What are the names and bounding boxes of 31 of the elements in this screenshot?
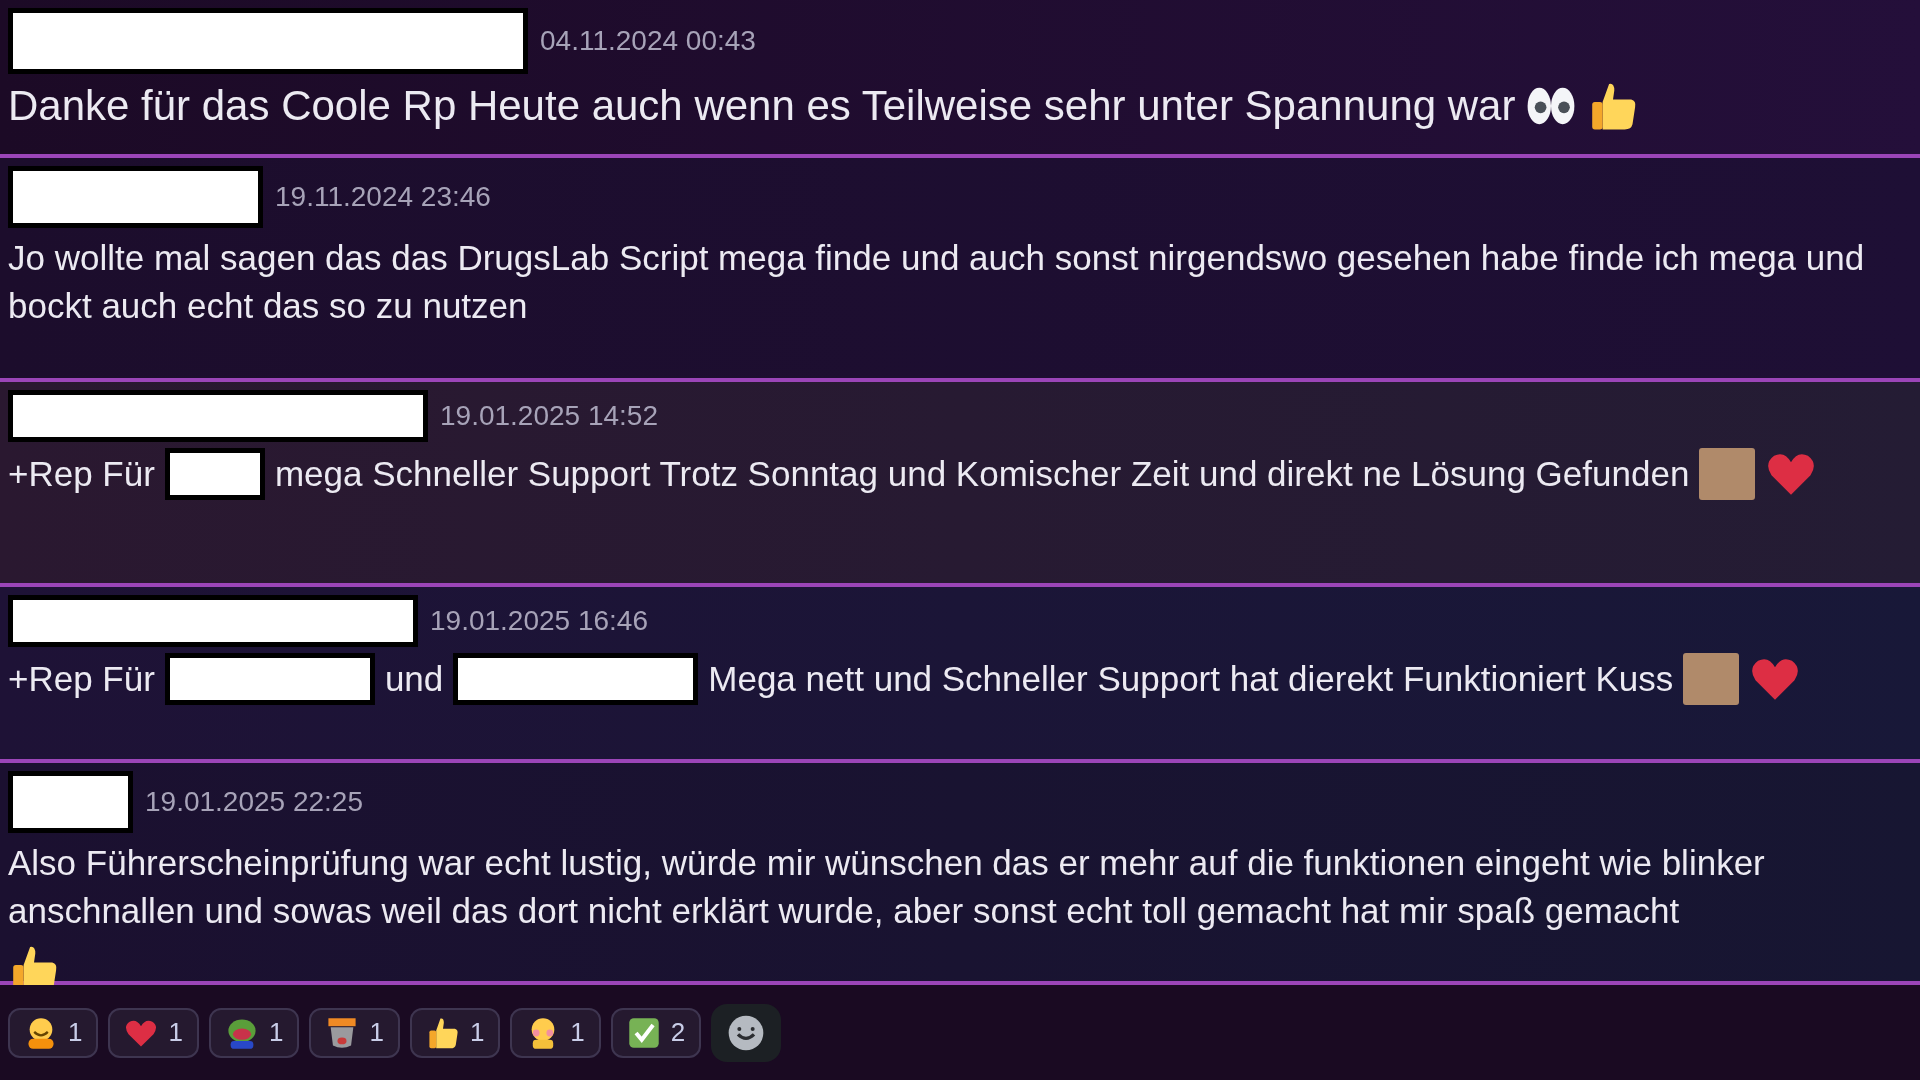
message-text: und	[384, 658, 444, 700]
reaction-count: 1	[268, 1017, 284, 1048]
message-text: +Rep Für	[8, 453, 155, 495]
message-text: Danke für das Coole Rp Heute auch wenn es Teilweise sehr unter Spannung war	[8, 82, 1516, 130]
reaction-count: 1	[68, 1017, 83, 1048]
reaction-count: 1	[570, 1017, 585, 1048]
photo-placeholder	[1699, 448, 1756, 500]
message-text: Also Führerscheinprüfung war echt lustig, würde mir wünschen das er mehr auf die funktionen eingeht wie blinker anschnallen und sowas weil das dort nicht erklärt wurde, aber sonst echt toll gemacht hat mir spaß gemacht	[8, 842, 1766, 932]
message-text: mega Schneller Support Trotz Sonntag und Komischer Zeit und direkt ne Lösung Gefunden	[274, 453, 1690, 495]
reaction-button[interactable]: 1	[8, 1007, 99, 1058]
message-timestamp: 19.11.2024 23:46	[275, 181, 491, 213]
reaction-count: 1	[369, 1017, 384, 1048]
reaction-count: 1	[469, 1017, 485, 1048]
message-text: Jo wollte mal sagen das das DrugsLab Script mega finde und auch sonst nirgendswo gesehen habe finde ich mega und bockt auch echt das so zu nutzen	[8, 237, 1866, 327]
message-timestamp: 19.01.2025 14:52	[440, 400, 658, 432]
reaction-count: 2	[670, 1017, 686, 1048]
message-timestamp: 04.11.2024 00:43	[540, 25, 756, 57]
message-text: Mega nett und Schneller Support hat dierekt Funktioniert Kuss	[708, 658, 1674, 700]
message-text: +Rep Für	[8, 658, 155, 700]
reaction-button[interactable]: 1	[309, 1007, 400, 1058]
reaction-button[interactable]: 2	[610, 1007, 702, 1058]
reaction-button[interactable]: 1	[510, 1007, 601, 1058]
check-mark-icon	[626, 1015, 661, 1050]
add-reaction-button[interactable]	[711, 1003, 782, 1062]
reaction-button[interactable]: 1	[409, 1007, 501, 1058]
message-timestamp: 19.01.2025 22:25	[145, 786, 363, 818]
reaction-button[interactable]: 1	[208, 1007, 300, 1058]
photo-placeholder	[1683, 653, 1740, 705]
reaction-count: 1	[168, 1017, 183, 1048]
reaction-button[interactable]: 1	[108, 1007, 199, 1058]
message-timestamp: 19.01.2025 16:46	[430, 605, 648, 637]
